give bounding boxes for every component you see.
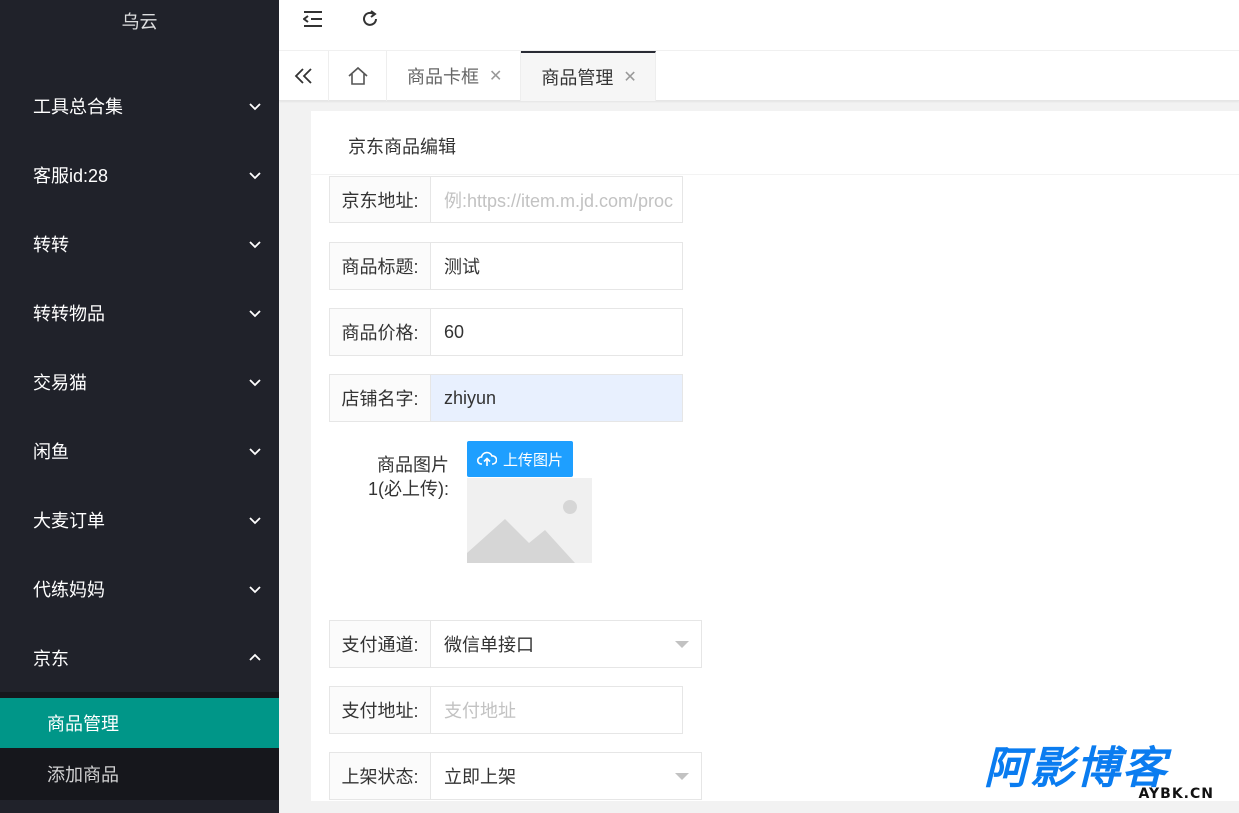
sidebar-subitem-add-product[interactable]: 添加商品 [0, 748, 279, 800]
jd-url-field: 京东地址: 例:https://item.m.jd.com/proc [329, 176, 683, 223]
tab-bar: 商品卡框 ✕ 商品管理 ✕ [279, 51, 1239, 101]
sidebar-item-label: 代练妈妈 [33, 579, 105, 600]
chevron-down-icon [249, 169, 261, 181]
upload-button-label: 上传图片 [502, 451, 563, 469]
product-price-field: 商品价格: 60 [329, 308, 683, 356]
sidebar-item-label: 大麦订单 [33, 510, 105, 531]
sidebar-submenu-jd: 商品管理 添加商品 [0, 692, 279, 800]
cloud-upload-icon [476, 451, 497, 466]
sidebar-item-zhuanzhuan-goods[interactable]: 转转物品 [0, 278, 279, 347]
sidebar-item-zhuanzhuan[interactable]: 转转 [0, 209, 279, 278]
field-label: 商品价格: [330, 309, 431, 355]
chevron-down-icon [249, 445, 261, 457]
menu-collapse-icon[interactable] [301, 7, 325, 31]
dropdown-caret-icon [675, 640, 689, 648]
sidebar-subitem-product-manage[interactable]: 商品管理 [0, 698, 279, 748]
dropdown-caret-icon [675, 772, 689, 780]
chevron-down-icon [249, 238, 261, 250]
top-header [279, 0, 1239, 51]
tab-product-card[interactable]: 商品卡框 ✕ [387, 51, 522, 101]
listing-status-select[interactable]: 立即上架 [431, 753, 701, 799]
sidebar-item-label: 客服id:28 [33, 165, 109, 186]
shop-name-input[interactable]: zhiyun [431, 375, 682, 421]
sidebar-item-label: 转转 [33, 234, 69, 255]
field-label: 支付通道: [330, 621, 431, 667]
card-title: 京东商品编辑 [311, 111, 1239, 175]
home-icon[interactable] [329, 51, 387, 101]
product-title-input[interactable]: 测试 [431, 243, 682, 289]
image-placeholder-icon [467, 478, 592, 563]
sidebar-item-service[interactable]: 客服id:28 [0, 140, 279, 209]
chevron-down-icon [249, 583, 261, 595]
chevron-down-icon [249, 307, 261, 319]
field-label: 上架状态: [330, 753, 431, 799]
tab-product-manage[interactable]: 商品管理 ✕ [521, 51, 656, 101]
edit-card: 京东商品编辑 京东地址: 例:https://item.m.jd.com/pro… [311, 111, 1239, 801]
tab-label: 商品管理 [541, 68, 614, 88]
sidebar-item-dailian[interactable]: 代练妈妈 [0, 554, 279, 623]
tab-scroll-left-icon[interactable] [279, 51, 329, 101]
pay-url-field: 支付地址: 支付地址 [329, 686, 683, 734]
chevron-down-icon [249, 514, 261, 526]
watermark-sub: AYBK.CN [1138, 786, 1214, 802]
shop-name-field: 店铺名字: zhiyun [329, 374, 683, 422]
sidebar-item-label: 工具总合集 [33, 96, 123, 117]
chevron-down-icon [249, 100, 261, 112]
sidebar-item-label: 闲鱼 [33, 441, 69, 462]
sidebar-item-tools[interactable]: 工具总合集 [0, 71, 279, 140]
chevron-up-icon [249, 652, 261, 664]
pay-channel-field: 支付通道: 微信单接口 [329, 620, 702, 668]
product-price-input[interactable]: 60 [431, 309, 682, 355]
watermark-logo: 阿影博客 AYBK.CN [984, 746, 1220, 806]
pay-url-input[interactable]: 支付地址 [431, 687, 682, 733]
sidebar-item-jiaoyimao[interactable]: 交易猫 [0, 347, 279, 416]
sidebar-item-label: 交易猫 [33, 372, 87, 393]
jd-url-input[interactable]: 例:https://item.m.jd.com/proc [431, 177, 682, 222]
pay-channel-select[interactable]: 微信单接口 [431, 621, 701, 667]
field-label: 店铺名字: [330, 375, 431, 421]
sidebar: 乌云 工具总合集 客服id:28 转转 转转物品 交易猫 闲鱼 大麦订单 代练妈… [0, 0, 279, 813]
sidebar-item-label: 转转物品 [33, 303, 105, 324]
field-label: 京东地址: [330, 177, 431, 222]
sidebar-item-xianyu[interactable]: 闲鱼 [0, 416, 279, 485]
field-label: 支付地址: [330, 687, 431, 733]
image-upload-label: 商品图片 1(必上传): [368, 455, 449, 499]
tab-label: 商品卡框 [407, 67, 479, 87]
app-logo: 乌云 [121, 12, 158, 32]
field-label: 商品标题: [330, 243, 431, 289]
product-title-field: 商品标题: 测试 [329, 242, 683, 290]
sidebar-item-label: 京东 [33, 648, 69, 669]
sidebar-item-damai[interactable]: 大麦订单 [0, 485, 279, 554]
listing-status-field: 上架状态: 立即上架 [329, 752, 702, 800]
refresh-icon[interactable] [358, 7, 382, 31]
upload-image-button[interactable]: 上传图片 [467, 441, 573, 477]
close-icon[interactable]: ✕ [489, 66, 502, 86]
chevron-down-icon [249, 376, 261, 388]
close-icon[interactable]: ✕ [623, 67, 636, 87]
sidebar-item-jd[interactable]: 京东 [0, 623, 279, 692]
